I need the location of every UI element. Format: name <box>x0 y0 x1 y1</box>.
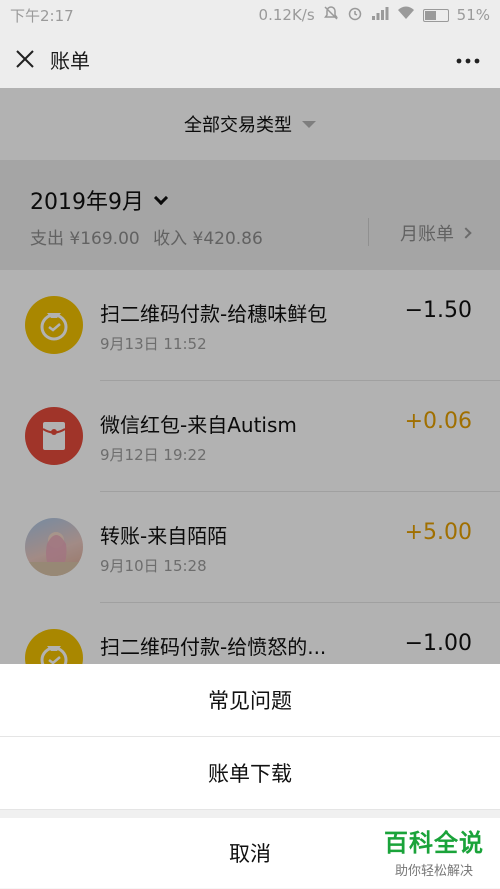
mute-icon <box>323 5 339 25</box>
watermark-title: 百科全说 <box>384 829 484 857</box>
more-icon <box>456 58 480 64</box>
more-button[interactable] <box>456 47 480 69</box>
wifi-icon <box>397 6 415 24</box>
battery-fill <box>424 10 436 20</box>
network-speed: 0.12K/s <box>258 6 315 24</box>
close-icon <box>16 50 34 68</box>
top-navbar: 账单 <box>0 30 500 88</box>
watermark-subtitle: 助你轻松解决 <box>394 864 473 879</box>
status-icons: 0.12K/s 51% <box>259 5 490 25</box>
download-bill-button[interactable]: 账单下载 <box>0 737 500 810</box>
battery-icon <box>422 8 449 22</box>
faq-button[interactable]: 常见问题 <box>0 664 500 737</box>
alarm-icon <box>347 5 363 25</box>
battery-percent: 51% <box>456 6 490 24</box>
signal-icon <box>371 6 389 24</box>
page-title: 账单 <box>50 48 90 73</box>
watermark-logo: 百科全说 助你轻松解决 <box>384 823 484 879</box>
status-bar: 下午2:17 0.12K/s 51% <box>0 0 500 30</box>
sheet-separator <box>0 810 500 818</box>
close-button[interactable] <box>0 30 50 88</box>
status-time: 下午2:17 <box>10 6 74 25</box>
